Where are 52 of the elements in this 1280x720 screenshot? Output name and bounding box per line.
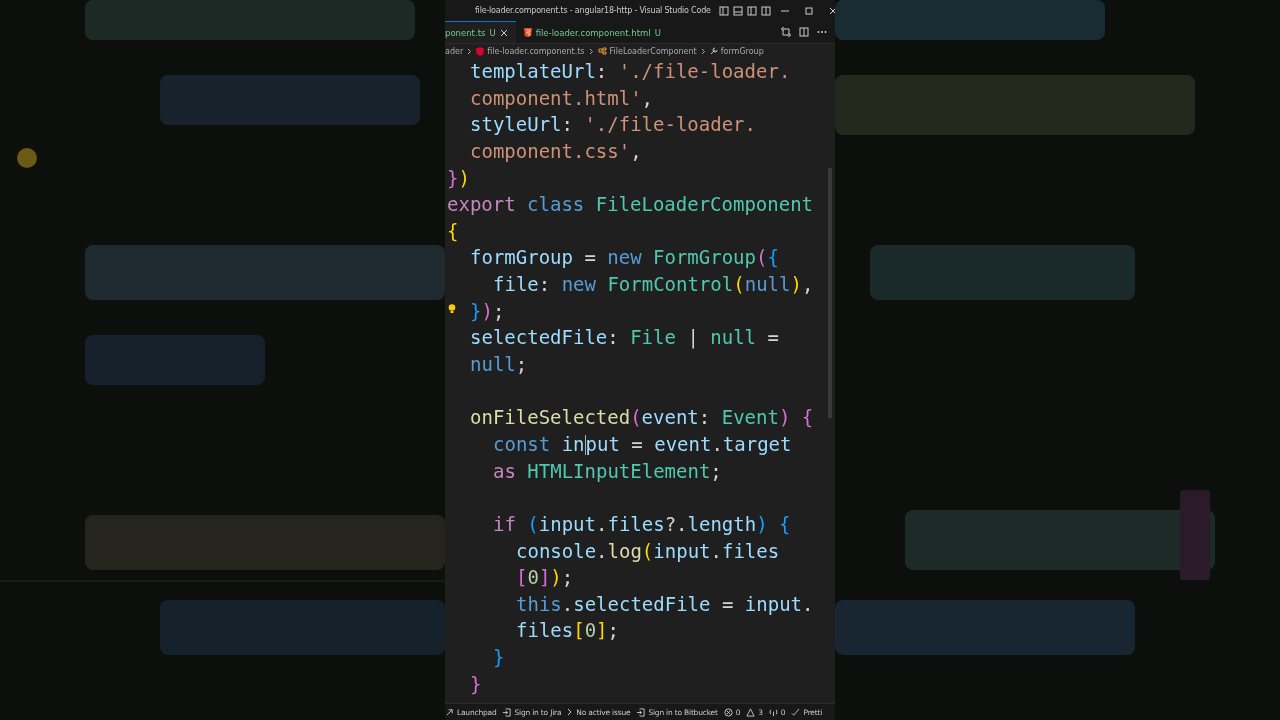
layout-icon[interactable] xyxy=(732,5,743,16)
code-line: export class FileLoaderComponent xyxy=(447,192,814,218)
code-line: const in put = event.target xyxy=(493,431,792,458)
antenna-icon xyxy=(768,707,778,717)
code-line: styleUrl: './file-loader. xyxy=(470,112,756,138)
lightbulb-icon[interactable] xyxy=(448,303,456,314)
code-line: }); xyxy=(470,298,505,324)
chevron-icon xyxy=(588,47,594,55)
code-line: this.selectedFile = input. xyxy=(516,591,814,617)
code-line: templateUrl: './file-loader. xyxy=(470,59,791,84)
layout-icon[interactable] xyxy=(746,5,757,16)
code-line: }) xyxy=(447,165,470,191)
more-icon[interactable] xyxy=(817,30,827,34)
code-line: [0]); xyxy=(516,565,574,591)
code-line: onFileSelected(event: Event) { xyxy=(470,405,814,431)
warning-icon xyxy=(746,707,756,717)
split-editor-icon[interactable] xyxy=(799,27,809,37)
wrench-icon xyxy=(709,47,718,55)
code-line: file: new FormControl(null), xyxy=(493,272,814,298)
compare-icon[interactable] xyxy=(781,27,791,37)
editor-tab[interactable]: ponent.ts U xyxy=(445,21,516,43)
code-line: } xyxy=(493,645,505,671)
sign-in-icon xyxy=(636,707,646,717)
code-line: { xyxy=(447,218,459,244)
code-line: selectedFile: File | null = xyxy=(470,325,779,351)
code-line: console.log(input.files xyxy=(516,538,780,564)
layout-icon[interactable] xyxy=(760,5,771,16)
code-line: component.html', xyxy=(470,85,654,111)
breadcrumb-item[interactable]: file-loader.component.ts xyxy=(487,46,585,56)
chevron-icon xyxy=(567,708,574,716)
code-line: null; xyxy=(470,352,528,378)
code-line: as HTMLInputElement; xyxy=(493,458,722,484)
breadcrumb-item[interactable]: formGroup xyxy=(720,46,764,56)
layout-icon[interactable] xyxy=(718,5,729,16)
error-icon xyxy=(723,707,733,717)
html-icon xyxy=(523,28,532,37)
launch-icon xyxy=(445,707,454,717)
breadcrumb-item[interactable]: FileLoaderComponent xyxy=(609,46,697,56)
chevron-icon xyxy=(467,47,473,55)
check-icon xyxy=(791,707,801,717)
sign-in-icon xyxy=(502,707,512,717)
code-line: } xyxy=(470,671,482,697)
code-line: if (input.files?.length) { xyxy=(493,511,791,537)
class-icon xyxy=(597,47,607,55)
code-line: formGroup = new FormGroup({ xyxy=(470,245,779,271)
window-title: file-loader.component.ts - angular18-http - Visual Studio Code xyxy=(475,6,711,15)
angular-icon xyxy=(476,46,485,56)
code-line: component.css', xyxy=(470,138,642,164)
code-line: files[0]; xyxy=(516,618,619,644)
close-icon[interactable] xyxy=(499,28,508,37)
breadcrumb-item[interactable]: ader xyxy=(445,46,464,56)
chevron-icon xyxy=(700,47,706,55)
